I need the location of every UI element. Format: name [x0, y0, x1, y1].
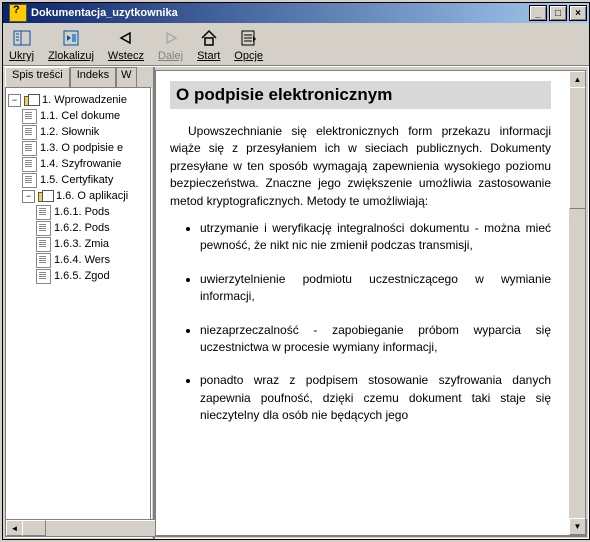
locate-icon	[60, 27, 82, 49]
tab-toc[interactable]: Spis treści	[5, 67, 70, 87]
collapse-icon[interactable]: −	[22, 190, 35, 203]
tree-node-1-6-1[interactable]: 1.6.1. Pods	[36, 204, 148, 220]
list-item: utrzymanie i weryfikację integralności d…	[200, 220, 551, 255]
options-button[interactable]: Opcje	[234, 27, 263, 62]
tree-node-1-6-3[interactable]: 1.6.3. Zmia	[36, 236, 148, 252]
tree-node-1-3[interactable]: 1.3. O podpisie e	[22, 140, 148, 156]
doc-list: utrzymanie i weryfikację integralności d…	[170, 220, 551, 425]
page-icon	[36, 205, 51, 220]
tree-node-1-4[interactable]: 1.4. Szyfrowanie	[22, 156, 148, 172]
scroll-down-icon[interactable]: ▼	[569, 518, 586, 535]
back-button[interactable]: Wstecz	[108, 27, 144, 62]
document: O podpisie elektronicznym Upowszechniani…	[156, 71, 569, 535]
page-icon	[36, 269, 51, 284]
body: Spis treści Indeks W −1. Wprowadzenie 1.…	[3, 66, 589, 539]
scroll-thumb[interactable]	[569, 87, 586, 209]
list-item: uwierzytelnienie podmiotu uczestnicząceg…	[200, 271, 551, 306]
maximize-button[interactable]: □	[549, 5, 567, 21]
book-icon	[38, 190, 53, 202]
app-icon	[9, 4, 27, 22]
tree-node-1-5[interactable]: 1.5. Certyfikaty	[22, 172, 148, 188]
page-icon	[22, 125, 37, 140]
tree-node-1-2[interactable]: 1.2. Słownik	[22, 124, 148, 140]
content-v-scrollbar[interactable]: ▲ ▼	[569, 71, 585, 535]
list-item: ponadto wraz z podpisem stosowanie szyfr…	[200, 372, 551, 424]
toolbar: Ukryj Zlokalizuj Wstecz Dalej Start	[3, 23, 589, 66]
page-icon	[36, 237, 51, 252]
scroll-left-icon[interactable]: ◄	[6, 520, 23, 536]
forward-button: Dalej	[158, 27, 183, 62]
tree-node-1-6-5[interactable]: 1.6.5. Zgod	[36, 268, 148, 284]
page-icon	[22, 141, 37, 156]
back-arrow-icon	[115, 27, 137, 49]
tab-index[interactable]: Indeks	[70, 67, 116, 87]
window-title: Dokumentacja_uzytkownika	[31, 7, 527, 19]
options-icon	[238, 27, 260, 49]
tab-search[interactable]: W	[116, 67, 136, 87]
tree-node-1[interactable]: −1. Wprowadzenie	[8, 92, 148, 108]
close-button[interactable]: ×	[569, 5, 587, 21]
tree-node-1-6-4[interactable]: 1.6.4. Wers	[36, 252, 148, 268]
titlebar[interactable]: Dokumentacja_uzytkownika _ □ ×	[3, 3, 589, 23]
nav-tabs: Spis treści Indeks W	[3, 67, 153, 87]
hide-button[interactable]: Ukryj	[9, 27, 34, 62]
scroll-thumb[interactable]	[22, 520, 46, 536]
tree-node-1-6[interactable]: −1.6. O aplikacji	[22, 188, 148, 204]
forward-arrow-icon	[160, 27, 182, 49]
collapse-icon[interactable]: −	[8, 94, 21, 107]
locate-button[interactable]: Zlokalizuj	[48, 27, 94, 62]
doc-paragraph: Upowszechnianie się elektronicznych form…	[170, 123, 551, 210]
content-panel: O podpisie elektronicznym Upowszechniani…	[155, 70, 586, 536]
list-item: niezaprzeczalność - zapobieganie próbom …	[200, 322, 551, 357]
minimize-button[interactable]: _	[529, 5, 547, 21]
tree-node-1-1[interactable]: 1.1. Cel dokume	[22, 108, 148, 124]
nav-panel: Spis treści Indeks W −1. Wprowadzenie 1.…	[3, 67, 155, 539]
hide-icon	[11, 27, 33, 49]
home-button[interactable]: Start	[197, 27, 220, 62]
page-icon	[36, 253, 51, 268]
page-icon	[22, 173, 37, 188]
scroll-up-icon[interactable]: ▲	[569, 71, 586, 88]
help-window: Dokumentacja_uzytkownika _ □ × Ukryj Zlo…	[2, 2, 590, 540]
book-icon	[24, 94, 39, 106]
page-icon	[36, 221, 51, 236]
doc-heading: O podpisie elektronicznym	[170, 81, 551, 109]
page-icon	[22, 109, 37, 124]
page-icon	[22, 157, 37, 172]
home-icon	[198, 27, 220, 49]
tree-node-1-6-2[interactable]: 1.6.2. Pods	[36, 220, 148, 236]
toc-tree: −1. Wprowadzenie 1.1. Cel dokume 1.2. Sł…	[5, 87, 151, 537]
